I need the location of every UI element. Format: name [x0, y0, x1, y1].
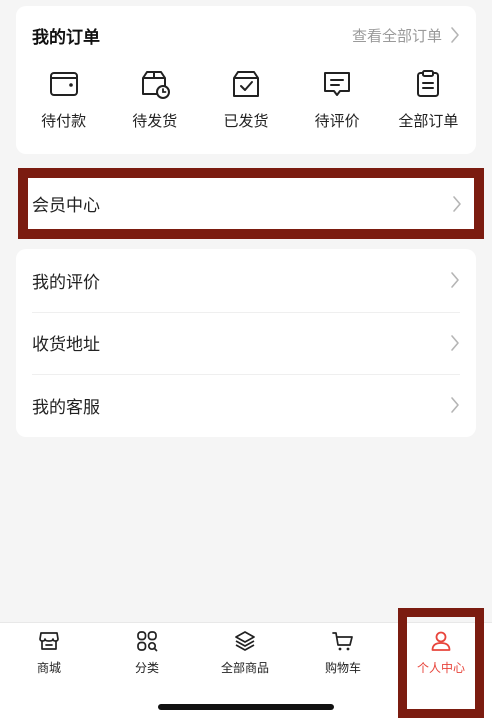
order-all[interactable]: 全部订单 [384, 68, 472, 144]
view-all-orders-label: 查看全部订单 [351, 26, 442, 45]
cart-icon [332, 632, 353, 651]
chevron-right-icon [451, 334, 459, 351]
home-indicator [158, 704, 334, 710]
layers-icon [235, 631, 255, 651]
tab-cart[interactable]: 购物车 [298, 629, 388, 681]
order-item-label: 已发货 [223, 112, 269, 130]
wallet-icon [49, 72, 78, 96]
menu-item-my-reviews[interactable]: 我的评价 [16, 249, 476, 312]
orders-card: 我的订单 查看全部订单 待付款 待发货 已发货 待评价 全部订单 [16, 6, 476, 154]
order-item-label: 全部订单 [398, 112, 459, 130]
menu-item-customer-service[interactable]: 我的客服 [16, 374, 476, 437]
chevron-right-icon [451, 397, 459, 414]
menu-item-label: 收货地址 [32, 335, 100, 356]
view-all-orders-link[interactable]: 查看全部订单 [352, 25, 460, 46]
menu-card: 我的评价 收货地址 我的客服 [16, 249, 476, 437]
orders-header: 我的订单 查看全部订单 [16, 6, 476, 64]
tab-category[interactable]: 分类 [102, 629, 192, 681]
order-item-label: 待发货 [132, 112, 178, 130]
menu-item-label: 我的客服 [32, 397, 100, 418]
box-clock-icon [141, 71, 170, 99]
tab-all-products[interactable]: 全部商品 [200, 629, 290, 681]
menu-item-shipping-address[interactable]: 收货地址 [16, 311, 476, 375]
tab-shop[interactable]: 商城 [4, 629, 94, 681]
profile-tab-highlight [398, 608, 484, 718]
order-pending-review[interactable]: 待评价 [293, 68, 381, 144]
grid-search-icon [137, 631, 158, 652]
order-shipped[interactable]: 已发货 [202, 68, 290, 144]
comment-icon [324, 72, 351, 96]
member-center-label: 会员中心 [32, 196, 100, 216]
member-center-row[interactable]: 会员中心 [28, 178, 474, 229]
member-center-highlight: 会员中心 [18, 168, 484, 239]
orders-title: 我的订单 [32, 27, 100, 48]
order-item-label: 待评价 [314, 112, 360, 130]
shop-icon [39, 632, 59, 650]
order-status-row: 待付款 待发货 已发货 待评价 全部订单 [16, 68, 476, 144]
chevron-right-icon [451, 272, 459, 289]
chevron-right-icon [453, 195, 461, 212]
clipboard-icon [417, 70, 440, 97]
tab-label: 全部商品 [220, 661, 269, 675]
box-check-icon [232, 71, 259, 97]
order-item-label: 待付款 [41, 112, 87, 130]
order-pending-shipment[interactable]: 待发货 [111, 68, 199, 144]
chevron-right-icon [451, 27, 459, 43]
tab-label: 分类 [134, 661, 159, 675]
tab-label: 购物车 [324, 661, 361, 675]
menu-item-label: 我的评价 [32, 272, 100, 293]
order-pending-payment[interactable]: 待付款 [20, 68, 108, 144]
tab-label: 商城 [36, 661, 61, 675]
